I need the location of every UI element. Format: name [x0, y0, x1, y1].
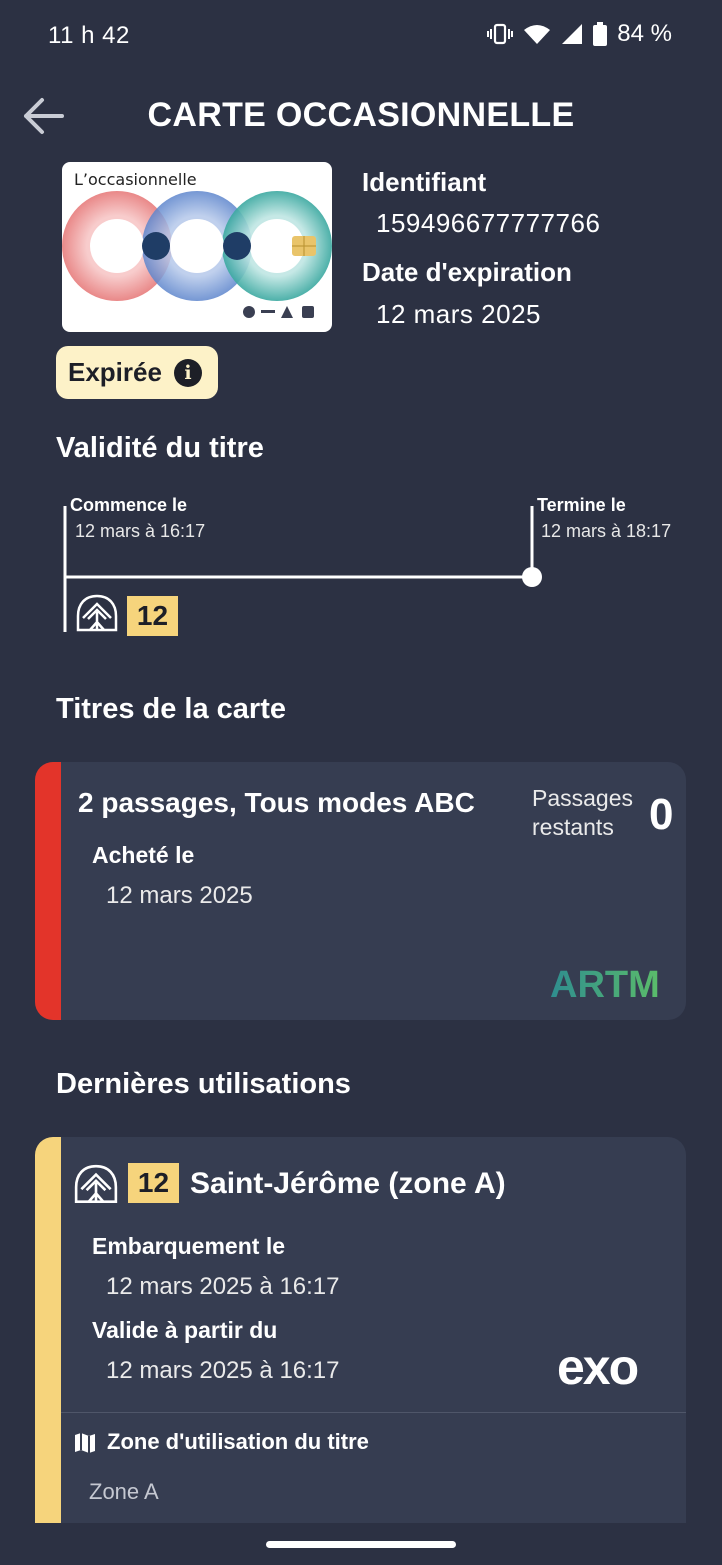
usages-section-title: Dernières utilisations	[56, 1068, 351, 1100]
end-label: Termine le	[537, 495, 626, 515]
usage-card[interactable]: 12 Saint-Jérôme (zone A) Embarquement le…	[35, 1137, 686, 1523]
status-time: 11 h 42	[48, 22, 130, 49]
remaining-label-line2: restants	[532, 814, 614, 840]
svg-text:ARTM: ARTM	[550, 965, 660, 999]
expiry-value: 12 mars 2025	[376, 299, 541, 329]
exo-logo: exo	[557, 1339, 639, 1395]
map-icon	[75, 1433, 95, 1453]
vibrate-icon	[487, 23, 514, 45]
title-card[interactable]: 2 passages, Tous modes ABC Passages rest…	[35, 762, 686, 1020]
line-number-badge: 12	[128, 1163, 179, 1203]
line-number-badge: 12	[127, 596, 178, 636]
status-badge-label: Expirée	[68, 357, 162, 387]
status-icons: 84 %	[487, 20, 672, 48]
home-indicator[interactable]	[266, 1541, 456, 1548]
train-icon	[76, 594, 118, 632]
card-image: L’occasionnelle	[62, 162, 332, 332]
divider	[61, 1412, 686, 1413]
start-value: 12 mars à 16:17	[75, 521, 206, 541]
zone-label: Zone d'utilisation du titre	[107, 1429, 369, 1454]
usage-stripe	[35, 1137, 61, 1523]
station-name: Saint-Jérôme (zone A)	[190, 1167, 506, 1200]
wifi-icon	[524, 25, 551, 44]
zone-value: Zone A	[89, 1479, 159, 1504]
status-badge[interactable]: Expirée i	[56, 346, 218, 399]
start-label: Commence le	[70, 495, 188, 515]
titles-section-title: Titres de la carte	[56, 693, 286, 725]
page-title: CARTE OCCASIONNELLE	[147, 96, 575, 134]
artm-logo: ARTM	[550, 965, 660, 999]
remaining-value: 0	[649, 790, 674, 839]
battery-icon	[593, 22, 608, 46]
remaining-label-line1: Passages	[532, 785, 634, 811]
card-status-stripe	[35, 762, 61, 1020]
battery-level: 84 %	[617, 20, 672, 47]
signal-icon	[562, 24, 583, 44]
valid-from-value: 12 mars 2025 à 16:17	[106, 1357, 340, 1384]
expiry-label: Date d'expiration	[362, 257, 572, 287]
id-value: 159496677777766	[376, 208, 601, 238]
boarding-value: 12 mars 2025 à 16:17	[106, 1273, 340, 1300]
train-icon	[74, 1164, 118, 1204]
bought-label: Acheté le	[92, 842, 195, 868]
title-name: 2 passages, Tous modes ABC	[78, 787, 475, 818]
valid-from-label: Valide à partir du	[92, 1317, 278, 1343]
remaining-label: Passages restants	[532, 784, 633, 842]
end-value: 12 mars à 18:17	[541, 521, 672, 541]
id-label: Identifiant	[362, 167, 487, 197]
bought-value: 12 mars 2025	[106, 882, 253, 909]
boarding-label: Embarquement le	[92, 1233, 285, 1259]
info-icon[interactable]: i	[173, 358, 202, 387]
validity-section-title: Validité du titre	[56, 432, 264, 464]
card-rings-art	[62, 191, 332, 318]
transit-modes-icons	[243, 306, 314, 318]
